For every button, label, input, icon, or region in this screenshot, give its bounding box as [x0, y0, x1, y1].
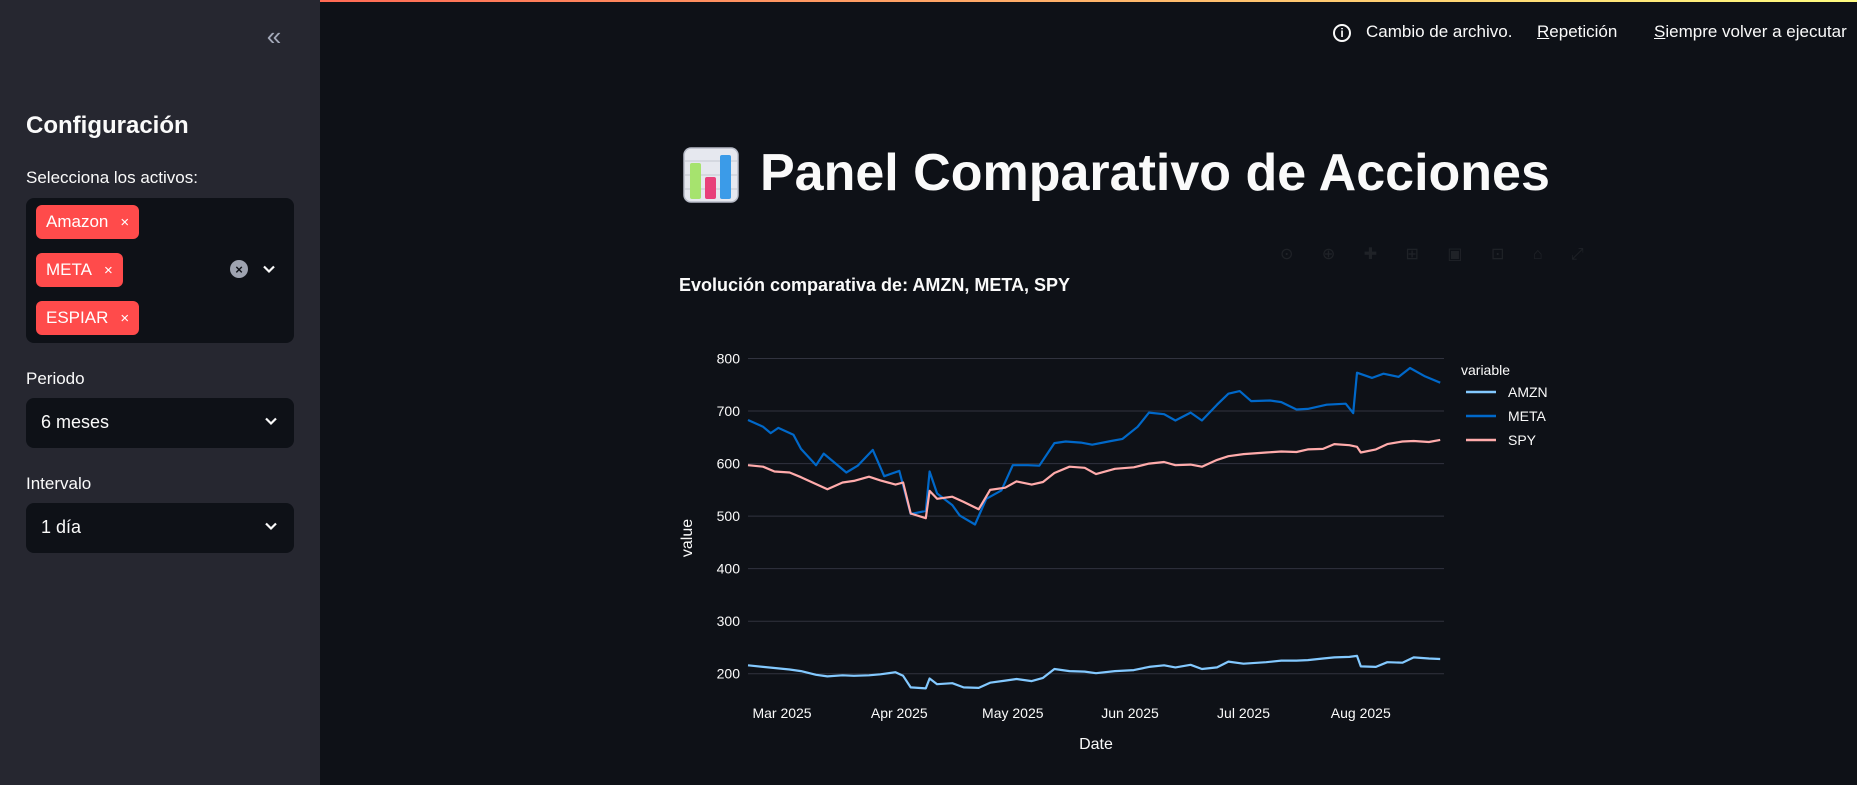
x-tick-label: May 2025 [982, 705, 1044, 721]
legend-item-spy: SPY [1508, 432, 1537, 448]
info-icon: i [1333, 24, 1351, 42]
file-change-status: Cambio de archivo. [1366, 22, 1513, 41]
legend-title: variable [1461, 362, 1510, 378]
series-line-amzn [747, 654, 1441, 690]
rerun-button[interactable]: Repetición [1537, 22, 1617, 42]
period-value: 6 meses [41, 412, 110, 432]
y-tick-label: 300 [717, 613, 741, 629]
legend-item-meta: META [1508, 408, 1547, 424]
sidebar: « Configuración Selecciona los activos: … [0, 0, 320, 785]
legend-item-amzn: AMZN [1508, 384, 1548, 400]
chart-modebar[interactable]: ⊙ ⊕ ✚ ⊞ ▣ ⊡ ⌂ ⤢ [1280, 244, 1596, 264]
x-tick-label: Aug 2025 [1331, 705, 1391, 721]
remove-tag-icon[interactable]: × [120, 214, 129, 231]
period-label: Periodo [26, 369, 85, 388]
x-axis-title: Date [1079, 736, 1113, 753]
series-line-meta [747, 366, 1441, 526]
asset-tag-amazon: Amazon × [36, 205, 140, 239]
chevron-down-icon [265, 417, 277, 426]
y-tick-label: 800 [717, 351, 741, 367]
asset-tag-label: ESPIAR [46, 308, 109, 327]
clear-all-icon[interactable]: × [230, 260, 248, 278]
y-tick-label: 600 [717, 456, 741, 472]
asset-tag-meta: META × [36, 253, 123, 287]
x-tick-label: Jun 2025 [1101, 705, 1159, 721]
y-tick-label: 400 [717, 561, 741, 577]
always-rerun-button[interactable]: Siempre volver a ejecutar [1654, 22, 1847, 42]
chevron-down-icon[interactable] [262, 262, 276, 276]
chevron-down-icon [265, 522, 277, 531]
interval-label: Intervalo [26, 474, 92, 493]
y-tick-label: 500 [717, 508, 741, 524]
double-chevron-left-icon: « [266, 20, 282, 51]
asset-tag-espiar: ESPIAR × [36, 301, 140, 335]
bar-chart-icon [683, 147, 739, 203]
x-tick-label: Jul 2025 [1217, 705, 1270, 721]
period-select[interactable]: 6 meses [26, 398, 294, 448]
y-tick-label: 200 [717, 666, 741, 682]
page-title: Panel Comparativo de Acciones [760, 144, 1550, 202]
sidebar-title: Configuración [26, 112, 189, 139]
remove-tag-icon[interactable]: × [104, 262, 113, 279]
x-tick-label: Mar 2025 [752, 705, 811, 721]
collapse-sidebar-button[interactable]: « [258, 20, 290, 52]
remove-tag-icon[interactable]: × [120, 310, 129, 327]
y-tick-label: 700 [717, 403, 741, 419]
interval-value: 1 día [41, 517, 82, 537]
x-tick-label: Apr 2025 [871, 705, 928, 721]
interval-select[interactable]: 1 día [26, 503, 294, 553]
y-axis-title: value [679, 519, 696, 557]
assets-label: Selecciona los activos: [26, 168, 198, 187]
chart-title: Evolución comparativa de: AMZN, META, SP… [679, 275, 1071, 295]
asset-tag-label: Amazon [46, 212, 109, 231]
series-line-spy [747, 438, 1441, 520]
assets-multiselect[interactable]: Amazon × META × ESPIAR × × [26, 198, 294, 343]
asset-tag-label: META [46, 260, 92, 279]
